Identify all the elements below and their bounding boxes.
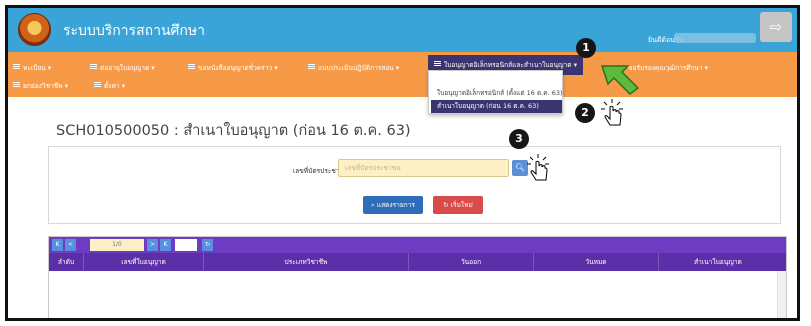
- refresh-icon: ↻: [204, 241, 211, 248]
- pointer-hand-icon: [527, 154, 549, 181]
- site-title: ระบบบริการสถานศึกษา: [63, 23, 205, 39]
- menu-list-icon: [13, 64, 20, 69]
- menu-settings[interactable]: ตั้งค่า ▾: [94, 80, 125, 92]
- menu-registration[interactable]: ทะเบียน ▾: [13, 62, 51, 74]
- top-header: ระบบบริการสถานศึกษา ยินดีต้อนรับ ⇨: [8, 8, 797, 52]
- show-list-button[interactable]: ⌕ แสดงรายการ: [363, 196, 423, 214]
- last-page-button[interactable]: K: [160, 239, 171, 251]
- grid-header: ลำดับ เลขที่ใบอนุญาต ประเภทวิชาชีพ วันออ…: [49, 253, 786, 271]
- menu-teaching-evaluation[interactable]: แบบประเมินปฏิบัติการสอน ▾: [308, 62, 399, 74]
- menu-list-icon: [94, 82, 101, 87]
- col-order[interactable]: ลำดับ: [49, 253, 84, 271]
- screenshot-frame: ระบบบริการสถานศึกษา ยินดีต้อนรับ ⇨ ทะเบี…: [5, 5, 800, 321]
- prev-page-button[interactable]: <: [65, 239, 76, 251]
- main-menu: [8, 52, 797, 97]
- logout-icon: ⇨: [769, 18, 783, 36]
- grid-scrollbar[interactable]: [777, 271, 786, 318]
- step-badge-3: 3: [509, 129, 529, 149]
- menu-list-icon: [434, 61, 441, 66]
- page-number-input[interactable]: 1/0: [90, 239, 144, 251]
- grid-body: [49, 271, 786, 318]
- grid-refresh-button[interactable]: ↻: [202, 239, 213, 251]
- menu-list-icon: [308, 64, 315, 69]
- dropdown-license-copy[interactable]: สำเนาใบอนุญาต (ก่อน 16 ต.ค. 63): [431, 100, 562, 113]
- menu-honor-profession[interactable]: ยกย่องวิชาชีพ ▾: [13, 80, 68, 92]
- menu-list-icon: [188, 64, 195, 69]
- step-badge-1: 1: [576, 38, 596, 58]
- reset-button[interactable]: ↻ เริ่มใหม่: [433, 196, 483, 214]
- logout-button[interactable]: ⇨: [760, 12, 792, 42]
- grid-pager: K < 1/0 > K ↻: [49, 237, 786, 253]
- refresh-icon: ↻: [443, 201, 451, 209]
- id-card-input[interactable]: เลขที่บัตรประชาชน: [338, 159, 509, 177]
- col-license-copy[interactable]: สำเนาใบอนุญาต: [659, 253, 777, 271]
- green-arrow-icon: [600, 65, 640, 95]
- first-page-button[interactable]: K: [52, 239, 63, 251]
- col-expiry-date[interactable]: วันหมด: [534, 253, 659, 271]
- license-dropdown: ใบอนุญาตอิเล็กทรอนิกส์ (ตั้งแต่ 16 ต.ค. …: [428, 70, 563, 114]
- dropdown-electronic-license[interactable]: ใบอนุญาตอิเล็กทรอนิกส์ (ตั้งแต่ 16 ต.ค. …: [431, 87, 563, 100]
- next-page-button[interactable]: >: [147, 239, 158, 251]
- menu-list-icon: [90, 64, 97, 69]
- menu-list-icon: [13, 82, 20, 87]
- col-license-number[interactable]: เลขที่ใบอนุญาต: [84, 253, 204, 271]
- emblem-logo: [18, 13, 51, 46]
- menu-renew-license[interactable]: ต่ออายุใบอนุญาต ▾: [90, 62, 155, 74]
- col-issue-date[interactable]: วันออก: [409, 253, 534, 271]
- col-profession-type[interactable]: ประเภทวิชาชีพ: [204, 253, 409, 271]
- page-title: SCH010500050 : สำเนาใบอนุญาต (ก่อน 16 ต.…: [56, 123, 411, 139]
- pointer-hand-icon: [601, 99, 623, 126]
- step-badge-2: 2: [575, 103, 595, 123]
- license-grid: K < 1/0 > K ↻ ลำดับ เลขที่ใบอนุญาต ประเภ…: [48, 236, 787, 318]
- menu-temporary-permit[interactable]: ขอหนังสืออนุญาตชั่วคราว ▾: [188, 62, 278, 74]
- user-name-redacted: [674, 33, 756, 43]
- page-size-input[interactable]: [175, 239, 197, 251]
